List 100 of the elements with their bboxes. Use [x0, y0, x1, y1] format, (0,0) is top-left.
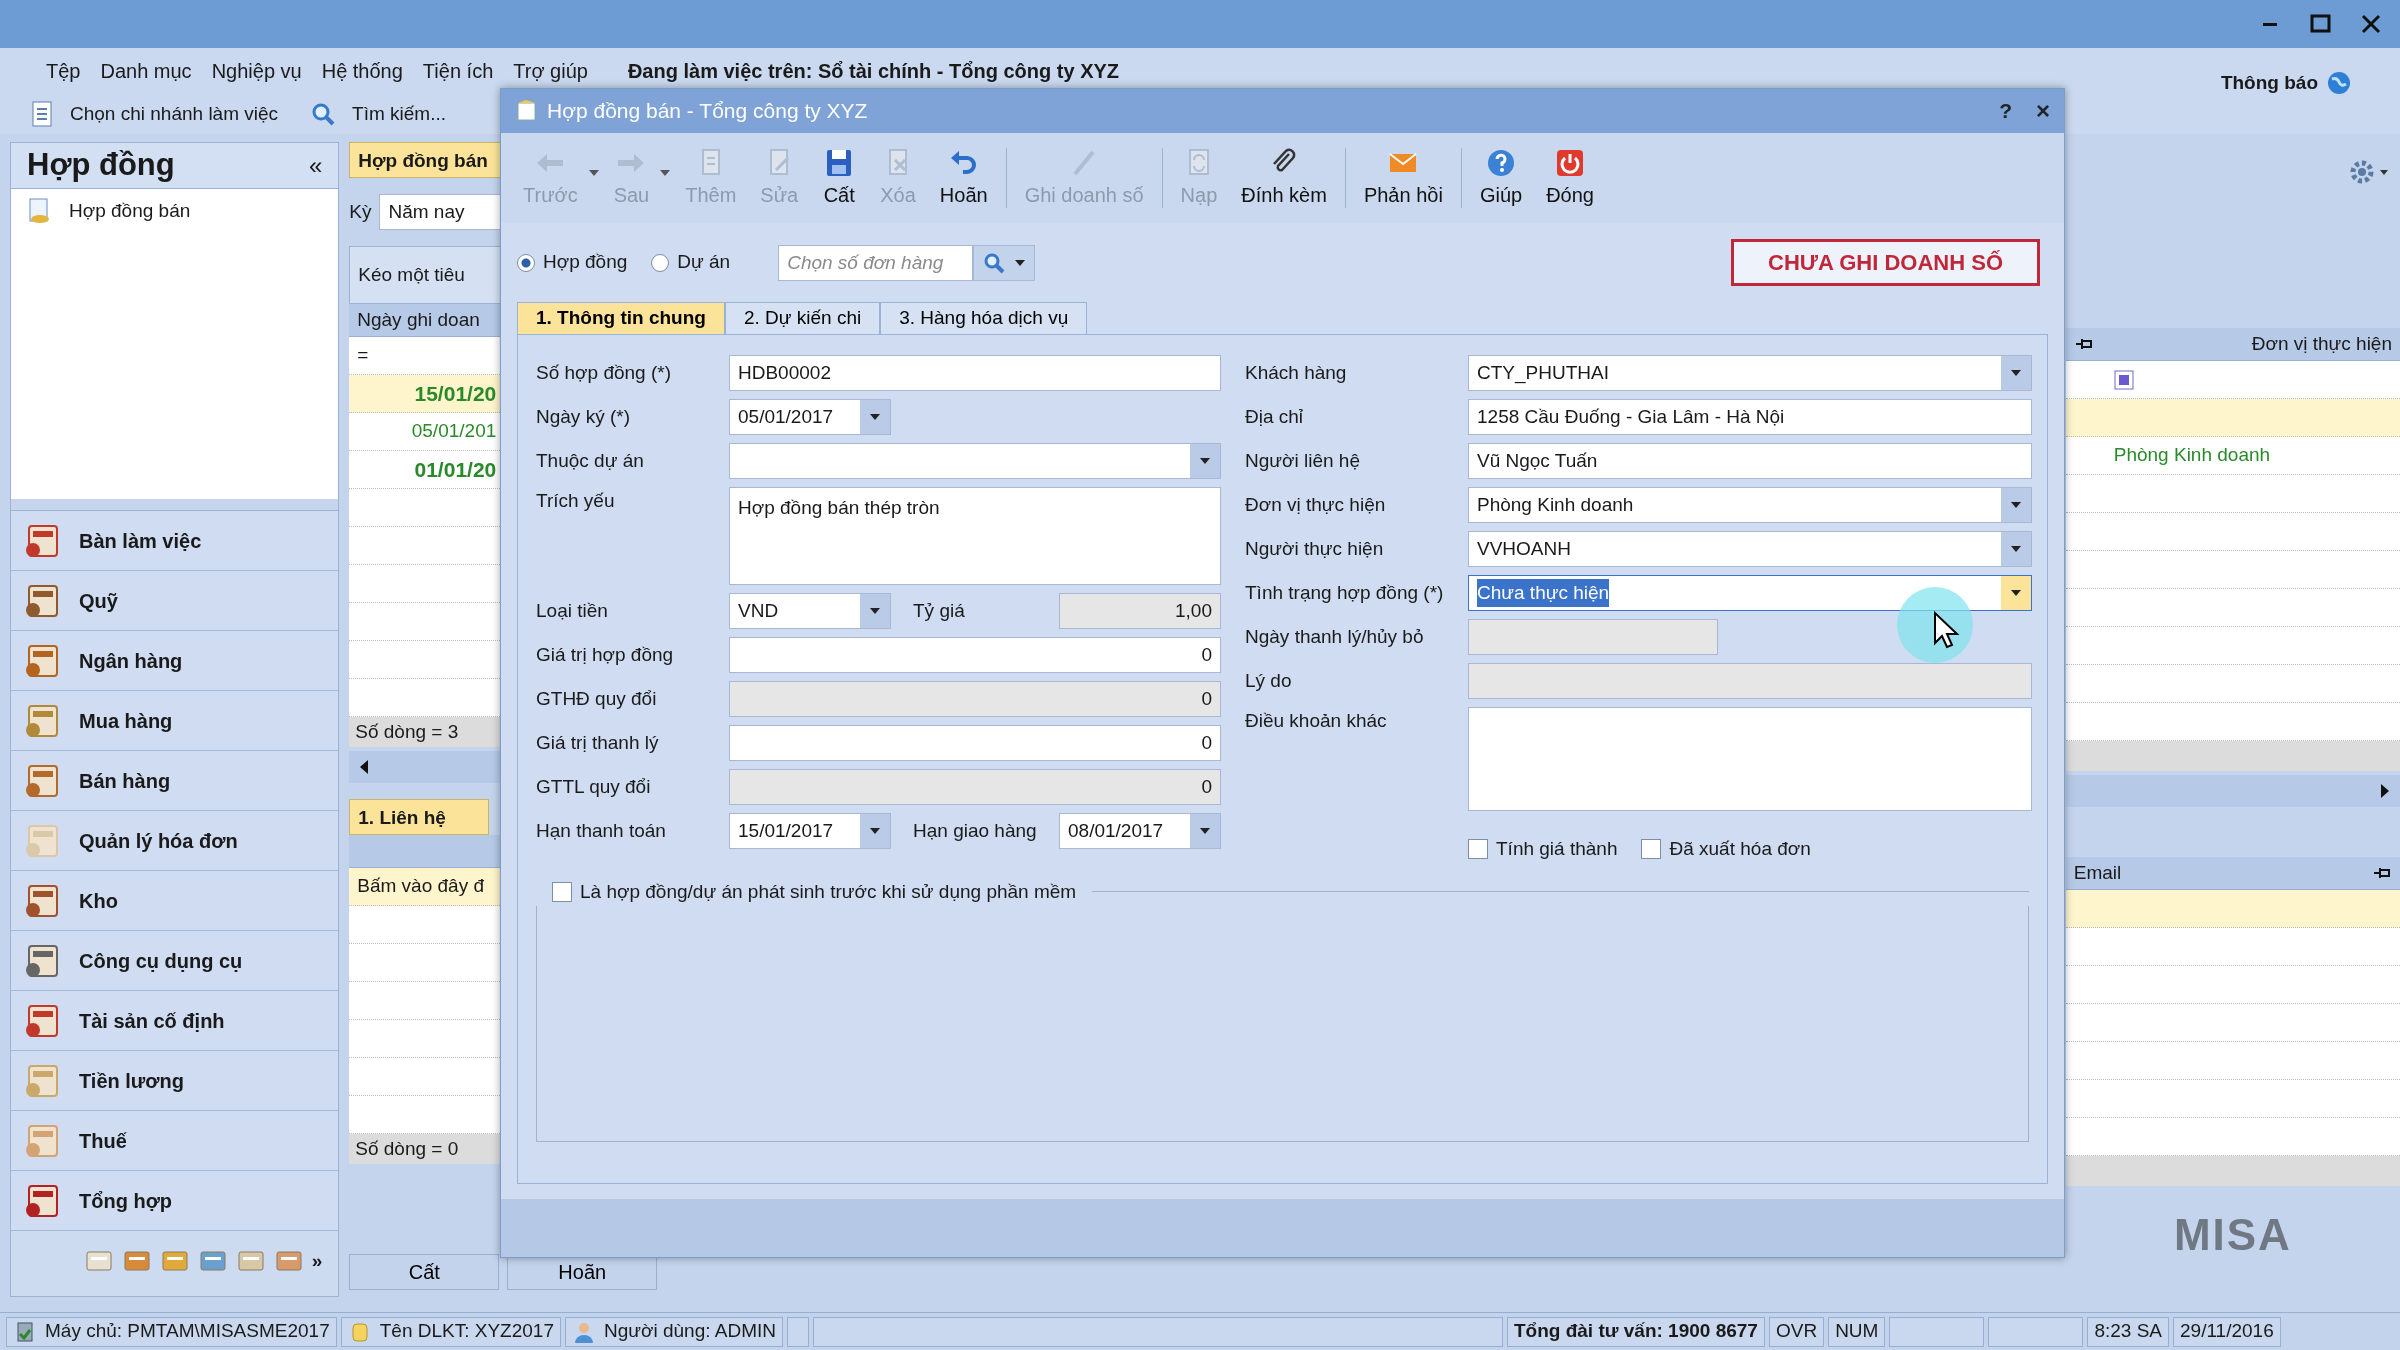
form-tab[interactable]: 2. Dự kiến chi	[724, 302, 881, 334]
working-context-text: Đang làm việc trên: Sổ tài chính - Tổng công ty XYZ	[627, 59, 1120, 84]
dropdown-button[interactable]	[860, 594, 890, 628]
checkbox[interactable]	[1468, 839, 1488, 860]
menu-item[interactable]: Tiện ích	[412, 52, 504, 90]
field-label: Thuộc dự án	[536, 448, 645, 473]
radio-button[interactable]	[651, 253, 670, 272]
combo-box[interactable]: Chưa thực hiện	[1468, 575, 2032, 611]
menu-item[interactable]: Tệp	[36, 52, 91, 90]
toolbar-button[interactable]: Giúp	[1469, 142, 1533, 214]
form-tab[interactable]: 1. Thông tin chung	[517, 302, 725, 334]
input-field[interactable]: Vũ Ngọc Tuấn	[1468, 443, 2032, 479]
row-count: Số dòng = 0	[355, 1136, 459, 1161]
caret-icon	[869, 607, 881, 615]
combo-box[interactable]: 08/01/2017	[1059, 813, 1221, 849]
field-label: Ngày ký (*)	[536, 404, 631, 429]
combo-box[interactable]: VND	[729, 593, 891, 629]
combo-box[interactable]: Phòng Kinh doanh	[1468, 487, 2032, 523]
toolbar-button[interactable]: Phản hồi	[1353, 142, 1453, 214]
combo-box[interactable]: 15/01/2017	[729, 813, 891, 849]
dropdown-button[interactable]	[2001, 356, 2031, 390]
toolbar-button[interactable]: Đính kèm	[1231, 142, 1337, 214]
menu-item[interactable]: Hệ thống	[311, 52, 413, 90]
group-by-hint: Kéo một tiêu	[358, 262, 465, 287]
detail-tab[interactable]: 1. Liên hệ	[349, 799, 490, 835]
search-icon[interactable]	[310, 101, 337, 127]
logo: MISA	[2173, 1209, 2292, 1261]
dropdown-button[interactable]	[860, 814, 890, 848]
scrollbar[interactable]	[2065, 775, 2400, 807]
combo-box[interactable]: CTY_PHUTHAI	[1468, 355, 2032, 391]
text-area[interactable]: Hợp đồng bán thép tròn	[729, 487, 1221, 585]
menu-item[interactable]: Danh mục	[90, 52, 202, 90]
field-label: Loại tiền	[536, 598, 609, 623]
status-stamp: CHƯA GHI DOANH SỐ	[1731, 239, 2040, 286]
input-field[interactable]: 0	[729, 769, 1221, 805]
checkbox[interactable]	[552, 881, 572, 902]
caret-icon	[869, 827, 881, 835]
dropdown-button[interactable]	[1190, 814, 1220, 848]
checkbox[interactable]	[1641, 839, 1662, 860]
field-label: Ngày thanh lý/hủy bỏ	[1245, 624, 1425, 649]
toolbar-button[interactable]: Hoãn	[929, 142, 998, 214]
input-field[interactable]	[1468, 619, 1718, 655]
status-text: 29/11/2016	[2180, 1319, 2274, 1344]
status-text: NUM	[1835, 1319, 1879, 1344]
status-text: OVR	[1775, 1319, 1818, 1344]
input-field[interactable]: 1258 Cầu Đuống - Gia Lâm - Hà Nội	[1468, 399, 2032, 435]
column-header[interactable]: Ngày ghi doan	[357, 305, 480, 335]
field-label: Đơn vị thực hiện	[1245, 492, 1387, 517]
toolbar-button[interactable]: Cất	[812, 142, 867, 214]
form-tab[interactable]: 3. Hàng hóa dịch vụ	[880, 302, 1088, 334]
menu-item[interactable]: Trợ giúp	[503, 52, 598, 90]
caret-icon	[1199, 827, 1211, 835]
toolbar-button[interactable]: Đóng	[1536, 142, 1604, 214]
tree-item[interactable]: Hợp đồng bán	[69, 197, 191, 226]
field-label: Người thực hiện	[1245, 536, 1385, 561]
grid-row[interactable]: Phòng Kinh doanh	[2065, 437, 2400, 475]
status-text: Máy chủ: PMTAM\MISASME2017	[45, 1319, 330, 1344]
radio-button[interactable]	[517, 253, 535, 272]
window-title: Hợp đồng bán - Tổng công ty XYZ	[547, 98, 869, 125]
order-search-field[interactable]: Chọn số đơn hàng	[778, 244, 974, 281]
combo-box[interactable]: 05/01/2017	[729, 399, 891, 435]
radio-label: Hợp đồng	[543, 250, 628, 275]
combo-box[interactable]: VVHOANH	[1468, 531, 2032, 567]
checkbox-icon[interactable]	[2113, 369, 2134, 390]
dropdown-button[interactable]	[1190, 444, 1220, 478]
field-label: GTHĐ quy đổi	[536, 686, 658, 711]
text-area[interactable]	[1468, 707, 2032, 811]
input-field[interactable]	[1468, 663, 2032, 699]
grid-button[interactable]: Cất	[349, 1254, 500, 1290]
field-label: Tình trạng hợp đồng (*)	[1245, 580, 1445, 605]
more-button[interactable]: »	[311, 1246, 323, 1276]
column-header[interactable]: Email	[2073, 858, 2122, 888]
menu-item[interactable]: Nghiệp vụ	[201, 52, 312, 90]
input-field[interactable]: 0	[729, 725, 1221, 761]
dropdown-button[interactable]	[2001, 488, 2031, 522]
branch-select-link[interactable]: Chọn chi nhánh làm việc	[70, 99, 279, 129]
date-cell-text: 05/01/201	[411, 419, 497, 444]
filter-operator[interactable]: =	[357, 341, 369, 370]
add-row-hint[interactable]: Bấm vào đây đ	[357, 872, 484, 901]
column-header[interactable]: Đơn vị thực hiện	[2251, 329, 2392, 359]
dropdown-button[interactable]	[2001, 532, 2031, 566]
field-label: Địa chỉ	[1245, 404, 1305, 429]
dropdown-button[interactable]	[2001, 576, 2031, 610]
date-cell-text: 15/01/20	[414, 380, 497, 407]
period-label: Kỳ	[349, 199, 372, 224]
search-button[interactable]	[973, 244, 1036, 281]
help-button[interactable]: ?	[1999, 95, 2012, 127]
notification-link[interactable]: Thông báo	[2220, 68, 2318, 98]
dropdown-button[interactable]	[860, 400, 890, 434]
close-button[interactable]: ×	[2036, 93, 2050, 129]
document-icon[interactable]	[30, 100, 54, 128]
input-field[interactable]: HDB00002	[729, 355, 1221, 391]
collapse-button[interactable]: «	[308, 147, 323, 184]
status-text: Người dùng: ADMIN	[604, 1319, 776, 1344]
input-field[interactable]: 0	[729, 681, 1221, 717]
field-label: Tỷ giá	[913, 598, 966, 623]
input-field[interactable]: 0	[729, 637, 1221, 673]
radio-label: Dự án	[677, 250, 731, 275]
search-link[interactable]: Tìm kiếm...	[352, 99, 447, 129]
input-field[interactable]: 1,00	[1059, 593, 1221, 629]
